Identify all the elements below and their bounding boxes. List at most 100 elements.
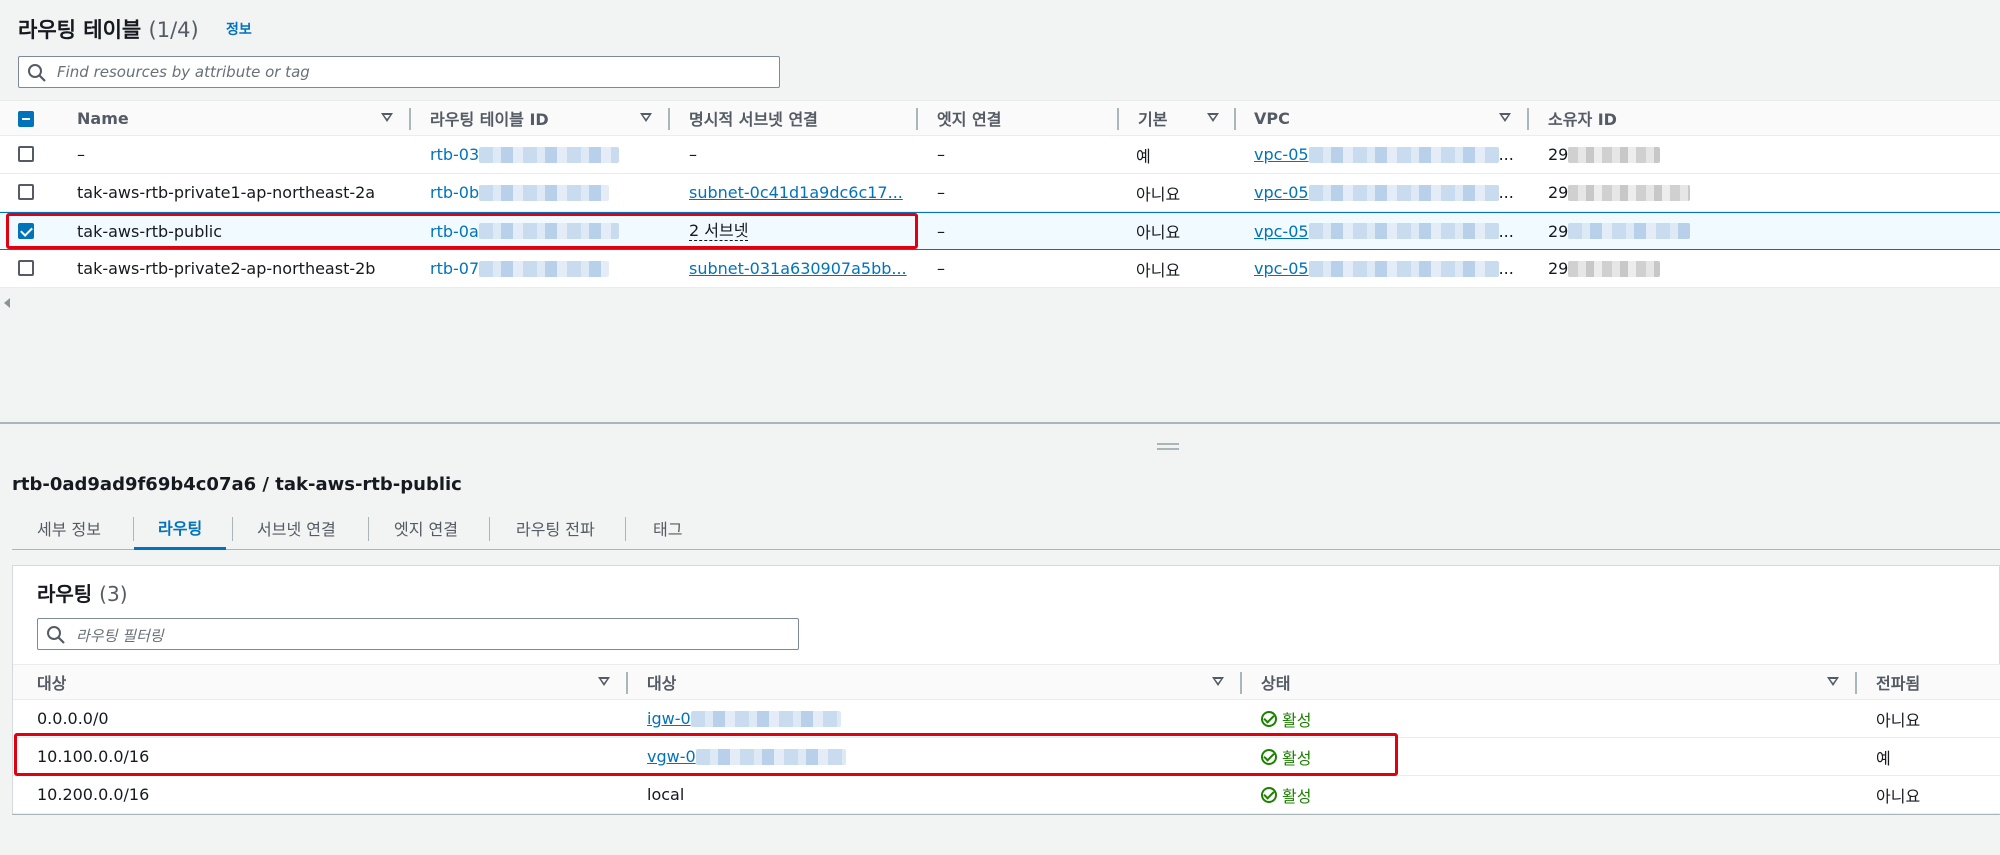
target-link[interactable]: igw-0: [647, 709, 691, 728]
row-rtb-id[interactable]: rtb-0b: [430, 174, 610, 211]
routes-title: 라우팅 (3): [37, 578, 128, 607]
row-subnet[interactable]: subnet-0c41d1a9dc6c17...: [689, 174, 903, 211]
col-header-target[interactable]: 대상: [647, 665, 676, 699]
column-divider[interactable]: [1240, 672, 1242, 694]
redacted-block: [479, 184, 610, 201]
vpc-link[interactable]: vpc-05: [1254, 183, 1309, 202]
row-checkbox[interactable]: [18, 146, 34, 162]
scroll-left-arrow[interactable]: [4, 298, 10, 308]
status-text: 활성: [1282, 710, 1312, 730]
col-header-destination[interactable]: 대상: [37, 665, 66, 699]
redacted-block: [1568, 184, 1691, 201]
col-header-owner[interactable]: 소유자 ID: [1548, 101, 1617, 135]
info-link[interactable]: 정보: [226, 19, 252, 39]
subnet-count-popover[interactable]: 2 서브넷: [689, 221, 749, 241]
search-icon: [47, 626, 65, 644]
sort-icon[interactable]: [1207, 113, 1219, 122]
row-vpc[interactable]: vpc-05 ...: [1254, 213, 1514, 249]
panel-resize-handle[interactable]: [1157, 443, 1179, 450]
row-main: 아니요: [1136, 223, 1181, 242]
tab-edge-associations[interactable]: 엣지 연결: [394, 506, 458, 550]
row-vpc[interactable]: vpc-05 ...: [1254, 250, 1514, 287]
row-rtb-id[interactable]: rtb-07: [430, 250, 610, 287]
column-divider[interactable]: [1527, 108, 1529, 130]
check-circle-icon: [1261, 710, 1277, 727]
col-header-propagated[interactable]: 전파됨: [1876, 665, 1920, 699]
row-rtb-id[interactable]: rtb-03: [430, 136, 620, 173]
rtb-id-text[interactable]: rtb-03: [430, 145, 479, 164]
target-link[interactable]: vgw-0: [647, 747, 696, 766]
sort-icon[interactable]: [598, 677, 610, 686]
redacted-block: [479, 260, 610, 277]
col-header-main[interactable]: 기본: [1138, 101, 1167, 135]
sort-icon[interactable]: [640, 113, 652, 122]
row-vpc[interactable]: vpc-05 ...: [1254, 174, 1514, 211]
column-divider[interactable]: [1117, 108, 1119, 130]
tab-tags[interactable]: 태그: [653, 506, 682, 550]
routes-title-text: 라우팅: [37, 582, 93, 606]
sort-icon[interactable]: [1499, 113, 1511, 122]
route-propagated: 아니요: [1876, 710, 1921, 730]
tab-route-propagation[interactable]: 라우팅 전파: [516, 506, 595, 550]
check-circle-icon: [1261, 786, 1277, 803]
route-propagated: 아니요: [1876, 786, 1921, 806]
tab-divider: [625, 517, 626, 541]
owner-text: 29: [1548, 259, 1569, 278]
col-header-vpc[interactable]: VPC: [1254, 101, 1290, 135]
row-subnet[interactable]: subnet-031a630907a5bb...: [689, 250, 907, 287]
sort-icon[interactable]: [1827, 677, 1839, 686]
route-destination: 10.200.0.0/16: [37, 785, 150, 804]
row-subnet[interactable]: 2 서브넷: [689, 213, 749, 249]
column-divider[interactable]: [916, 108, 918, 130]
vpc-link[interactable]: vpc-05: [1254, 222, 1309, 241]
col-header-subnet[interactable]: 명시적 서브넷 연결: [689, 101, 818, 135]
col-header-status[interactable]: 상태: [1261, 665, 1290, 699]
redacted-block: [1568, 260, 1661, 277]
table-row-selected[interactable]: tak-aws-rtb-public rtb-0a 2 서브넷 – 아니요 vp…: [0, 212, 2000, 250]
rtb-id-text[interactable]: rtb-0a: [430, 222, 479, 241]
column-divider[interactable]: [1855, 672, 1857, 694]
row-edge: –: [937, 259, 945, 278]
column-divider[interactable]: [409, 108, 411, 130]
col-header-name[interactable]: Name: [77, 101, 129, 135]
routes-filter-input[interactable]: 라우팅 필터링: [37, 618, 799, 650]
route-propagated: 예: [1876, 748, 1891, 768]
route-target[interactable]: igw-0: [647, 700, 841, 737]
route-destination: 0.0.0.0/0: [37, 709, 109, 728]
row-owner: 29: [1548, 213, 1691, 249]
sort-icon[interactable]: [1212, 677, 1224, 686]
detail-title: rtb-0ad9ad9f69b4c07a6 / tak-aws-rtb-publ…: [12, 474, 462, 495]
tab-routes[interactable]: 라우팅: [134, 506, 227, 550]
table-row[interactable]: – rtb-03 – – 예 vpc-05 ... 29: [0, 136, 2000, 174]
tab-details[interactable]: 세부 정보: [37, 506, 101, 550]
vpc-link[interactable]: vpc-05: [1254, 145, 1309, 164]
row-edge: –: [937, 221, 945, 241]
row-rtb-id[interactable]: rtb-0a: [430, 213, 619, 249]
route-target[interactable]: vgw-0: [647, 738, 846, 775]
search-placeholder: Find resources by attribute or tag: [57, 63, 310, 81]
column-divider[interactable]: [626, 672, 628, 694]
table-row[interactable]: tak-aws-rtb-private2-ap-northeast-2b rtb…: [0, 250, 2000, 288]
row-checkbox-checked[interactable]: [18, 223, 34, 239]
col-header-rtb-id[interactable]: 라우팅 테이블 ID: [430, 101, 549, 135]
row-checkbox[interactable]: [18, 260, 34, 276]
route-row: 0.0.0.0/0 igw-0 활성 아니요: [13, 700, 2000, 738]
row-owner: 29: [1548, 136, 1661, 173]
row-main: 아니요: [1136, 260, 1181, 280]
rtb-id-text[interactable]: rtb-0b: [430, 183, 479, 202]
tab-subnet-associations[interactable]: 서브넷 연결: [257, 506, 336, 550]
row-checkbox[interactable]: [18, 184, 34, 200]
sort-icon[interactable]: [381, 113, 393, 122]
row-name: tak-aws-rtb-public: [77, 221, 223, 241]
column-divider[interactable]: [668, 108, 670, 130]
rtb-id-text[interactable]: rtb-07: [430, 259, 479, 278]
table-row[interactable]: tak-aws-rtb-private1-ap-northeast-2a rtb…: [0, 174, 2000, 212]
select-all-checkbox[interactable]: [18, 111, 34, 127]
col-header-edge[interactable]: 엣지 연결: [937, 101, 1001, 135]
vpc-link[interactable]: vpc-05: [1254, 259, 1309, 278]
tab-divider: [489, 517, 490, 541]
truncation: ...: [1498, 221, 1514, 241]
search-input[interactable]: Find resources by attribute or tag: [18, 56, 780, 88]
row-vpc[interactable]: vpc-05 ...: [1254, 136, 1514, 173]
column-divider[interactable]: [1234, 108, 1236, 130]
